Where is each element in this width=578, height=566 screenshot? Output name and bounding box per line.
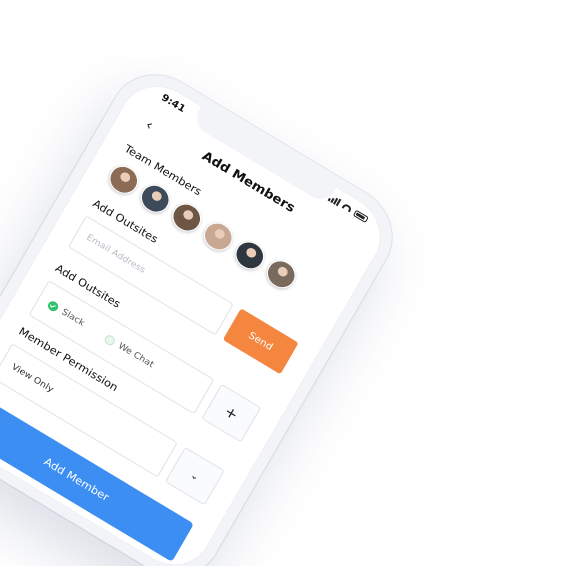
permission-dropdown-button[interactable]: ⌄ xyxy=(164,446,225,506)
phone-screen: 9:41 ‹ Add Members Team Members Add Outs… xyxy=(0,70,396,566)
check-icon xyxy=(46,299,60,314)
send-button[interactable]: Send xyxy=(222,308,299,375)
option-slack[interactable]: Slack xyxy=(46,299,86,329)
avatar[interactable] xyxy=(104,160,144,199)
phone-mockup: 9:41 ‹ Add Members Team Members Add Outs… xyxy=(0,57,409,566)
wifi-icon xyxy=(341,202,353,213)
signal-icon xyxy=(327,194,342,207)
avatar[interactable] xyxy=(167,198,207,237)
avatar[interactable] xyxy=(135,179,175,218)
option-wechat[interactable]: We Chat xyxy=(102,333,156,371)
option-label: We Chat xyxy=(116,341,156,371)
chevron-down-icon: ⌄ xyxy=(188,469,202,484)
avatar[interactable] xyxy=(261,255,301,294)
plus-icon: + xyxy=(221,402,242,424)
stage: 9:41 ‹ Add Members Team Members Add Outs… xyxy=(0,0,578,566)
avatar[interactable] xyxy=(230,236,270,275)
avatar[interactable] xyxy=(198,217,238,256)
radio-icon xyxy=(102,333,117,348)
status-time: 9:41 xyxy=(159,92,187,116)
option-label: Slack xyxy=(59,307,86,329)
battery-icon xyxy=(353,209,370,223)
add-outsite-button[interactable]: + xyxy=(201,383,262,443)
